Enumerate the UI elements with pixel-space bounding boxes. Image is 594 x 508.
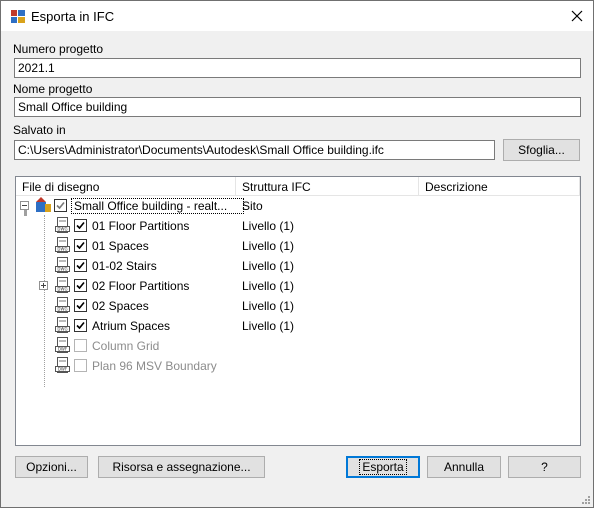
- window-title: Esporta in IFC: [31, 9, 115, 24]
- row-checkbox[interactable]: [74, 319, 87, 332]
- svg-text:DWG: DWG: [57, 227, 67, 232]
- collapse-toggle[interactable]: [20, 201, 29, 210]
- ifc-structure: Livello (1): [242, 319, 295, 333]
- cancel-button-label: Annulla: [443, 460, 485, 474]
- xref-file-icon: DWG: [55, 317, 70, 333]
- tree-row[interactable]: DWG Atrium Spaces Livello (1): [16, 316, 580, 336]
- file-name: Atrium Spaces: [92, 319, 171, 333]
- column-header-ifc-structure[interactable]: Struttura IFC: [236, 177, 419, 196]
- help-button[interactable]: ?: [508, 456, 581, 478]
- tree-row[interactable]: DWG 01-02 Stairs Livello (1): [16, 256, 580, 276]
- svg-text:DWG: DWG: [57, 307, 67, 312]
- dwg-file-icon: DWG: [55, 277, 70, 293]
- close-icon: [571, 10, 583, 22]
- svg-text:DWF: DWF: [58, 367, 68, 372]
- resize-grip-icon[interactable]: [580, 494, 590, 504]
- options-button-label: Opzioni...: [26, 460, 77, 474]
- file-name: 02 Spaces: [92, 299, 149, 313]
- row-checkbox[interactable]: [74, 279, 87, 292]
- site-model-icon: [36, 197, 51, 212]
- dwg-file-icon: DWG: [55, 237, 70, 253]
- svg-text:DWF: DWF: [58, 347, 68, 352]
- column-header-description[interactable]: Descrizione: [419, 177, 580, 196]
- saved-in-label: Salvato in: [13, 123, 66, 137]
- file-name: 01-02 Stairs: [92, 259, 157, 273]
- project-number-label: Numero progetto: [13, 42, 104, 56]
- expand-toggle[interactable]: [39, 281, 48, 290]
- ifc-structure: Livello (1): [242, 219, 295, 233]
- title-bar: Esporta in IFC: [1, 1, 593, 31]
- export-button-label: Esporta: [359, 459, 407, 475]
- dwg-file-icon: DWG: [55, 297, 70, 313]
- file-name: 02 Floor Partitions: [92, 279, 190, 293]
- dwf-file-icon: DWF: [55, 357, 70, 373]
- row-checkbox[interactable]: [74, 239, 87, 252]
- project-number-input[interactable]: 2021.1: [14, 58, 581, 78]
- tree-row[interactable]: DWG 02 Spaces Livello (1): [16, 296, 580, 316]
- cancel-button[interactable]: Annulla: [427, 456, 501, 478]
- file-name: Plan 96 MSV Boundary: [92, 359, 217, 373]
- file-name: 01 Spaces: [92, 239, 149, 253]
- tree-row[interactable]: DWG 01 Spaces Livello (1): [16, 236, 580, 256]
- file-name: Column Grid: [92, 339, 160, 353]
- dwf-file-icon: DWF: [55, 337, 70, 353]
- export-button[interactable]: Esporta: [346, 456, 420, 478]
- row-checkbox: [74, 339, 87, 352]
- ifc-structure: Livello (1): [242, 259, 295, 273]
- svg-text:DWG: DWG: [57, 327, 67, 332]
- dwg-file-icon: DWG: [55, 257, 70, 273]
- row-checkbox[interactable]: [74, 219, 87, 232]
- svg-text:DWG: DWG: [57, 247, 67, 252]
- row-checkbox[interactable]: [74, 259, 87, 272]
- ifc-structure: Sito: [242, 199, 263, 213]
- dwg-file-icon: DWG: [55, 217, 70, 233]
- export-ifc-dialog: Esporta in IFC Numero progetto 2021.1 No…: [0, 0, 594, 508]
- svg-text:DWG: DWG: [57, 287, 67, 292]
- row-checkbox: [74, 359, 87, 372]
- drawing-files-tree-grid[interactable]: File di disegno Struttura IFC Descrizion…: [15, 176, 581, 446]
- ifc-structure: Livello (1): [242, 299, 295, 313]
- ifc-structure: Livello (1): [242, 279, 295, 293]
- svg-text:DWG: DWG: [57, 267, 67, 272]
- resource-assignment-button[interactable]: Risorsa e assegnazione...: [98, 456, 265, 478]
- file-name: 01 Floor Partitions: [92, 219, 190, 233]
- file-name: Small Office building - realt...: [71, 198, 244, 214]
- tree-row[interactable]: DWF Plan 96 MSV Boundary: [16, 356, 580, 376]
- row-checkbox[interactable]: [54, 199, 67, 212]
- help-button-label: ?: [541, 460, 548, 474]
- tree-row[interactable]: Small Office building - realt... Sito: [16, 196, 580, 216]
- tree-row[interactable]: DWF Column Grid: [16, 336, 580, 356]
- tree-row[interactable]: DWG 01 Floor Partitions Livello (1): [16, 216, 580, 236]
- options-button[interactable]: Opzioni...: [15, 456, 88, 478]
- column-header-drawing-file[interactable]: File di disegno: [16, 177, 236, 196]
- browse-button-label: Sfoglia...: [518, 143, 565, 157]
- tree-row[interactable]: DWG 02 Floor Partitions Livello (1): [16, 276, 580, 296]
- app-icon: [11, 10, 25, 23]
- resource-assignment-button-label: Risorsa e assegnazione...: [112, 460, 251, 474]
- project-name-label: Nome progetto: [13, 82, 93, 96]
- project-name-input[interactable]: Small Office building: [14, 97, 581, 117]
- close-button[interactable]: [563, 5, 591, 27]
- row-checkbox[interactable]: [74, 299, 87, 312]
- ifc-structure: Livello (1): [242, 239, 295, 253]
- browse-button[interactable]: Sfoglia...: [503, 139, 580, 161]
- saved-in-input[interactable]: C:\Users\Administrator\Documents\Autodes…: [14, 140, 495, 160]
